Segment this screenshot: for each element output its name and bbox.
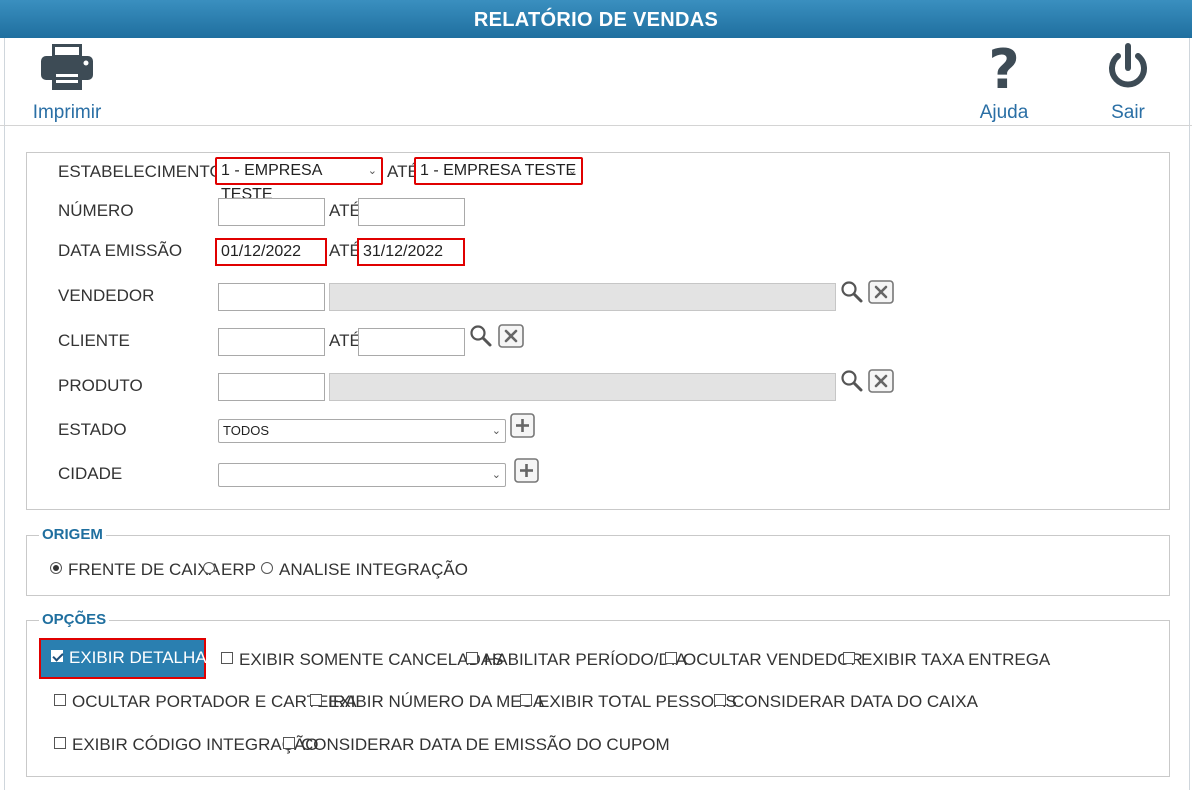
chevron-down-icon: ⌄ (491, 469, 501, 481)
origem-option-analise-integracao[interactable]: ANALISE INTEGRAÇÃO (261, 560, 468, 580)
produto-label: PRODUTO (58, 376, 143, 395)
cidade-label: CIDADE (58, 464, 123, 483)
radio-selected-icon (50, 562, 62, 574)
filters-panel (26, 152, 1170, 510)
option-label: EXIBIR SOMENTE CANCELADAS (239, 650, 504, 669)
question-icon: ? (988, 42, 1019, 96)
origem-legend: ORIGEM (39, 526, 106, 543)
chevron-down-icon: ⌄ (491, 425, 501, 437)
option-label: CONSIDERAR DATA DO CAIXA (732, 692, 978, 711)
option-label: EXIBIR DETALHADO (69, 648, 233, 667)
radio-icon (261, 562, 273, 574)
chevron-down-icon: ⌄ (567, 165, 577, 177)
origem-option-label: ANALISE INTEGRAÇÃO (279, 560, 468, 579)
option-label: EXIBIR TOTAL PESSOAS (538, 692, 737, 711)
option-label: EXIBIR CÓDIGO INTEGRAÇÃO (72, 735, 319, 754)
data-emissao-from-input[interactable]: 01/12/2022 (215, 238, 327, 266)
option-exibir-somente-canceladas[interactable]: EXIBIR SOMENTE CANCELADAS (221, 650, 504, 670)
data-emissao-label: DATA EMISSÃO (58, 241, 183, 260)
origem-option-label: ERP (221, 560, 256, 579)
vendedor-name-field (329, 283, 836, 311)
data-emissao-to-input[interactable]: 31/12/2022 (357, 238, 465, 266)
origem-option-label: FRENTE DE CAIXA (68, 560, 221, 579)
search-icon[interactable] (840, 369, 864, 393)
checkbox-icon (520, 694, 532, 706)
clear-icon[interactable] (498, 324, 524, 348)
power-icon (1109, 43, 1147, 88)
checkbox-icon (221, 652, 233, 664)
add-estado-button[interactable] (510, 413, 535, 438)
estado-label: ESTADO (58, 420, 127, 439)
option-habilitar-periodo-dia[interactable]: HABILITAR PERÍODO/DIA (466, 650, 687, 670)
cliente-to-input[interactable] (358, 328, 465, 356)
checkbox-icon (665, 652, 677, 664)
checkbox-icon (714, 694, 726, 706)
clear-icon[interactable] (868, 280, 894, 304)
option-considerar-data-de-emissao-do-cupom[interactable]: CONSIDERAR DATA DE EMISSÃO DO CUPOM (283, 735, 670, 755)
option-label: OCULTAR VENDEDOR (683, 650, 863, 669)
search-icon[interactable] (469, 324, 493, 348)
checkbox-icon (843, 652, 855, 664)
produto-code-input[interactable] (218, 373, 325, 401)
option-exibir-numero-da-mesa[interactable]: EXIBIR NÚMERO DA MESA (310, 692, 544, 712)
svg-text:?: ? (988, 42, 1019, 96)
estabelecimento-to-select[interactable]: 1 - EMPRESA TESTE ⌄ (414, 157, 583, 185)
option-label: EXIBIR TAXA ENTREGA (861, 650, 1051, 669)
checkbox-checked-icon (51, 650, 63, 662)
option-exibir-total-pessoas[interactable]: EXIBIR TOTAL PESSOAS (520, 692, 737, 712)
help-label: Ajuda (979, 102, 1029, 123)
toolbar: Imprimir ? Ajuda Sair (0, 38, 1192, 126)
vendedor-code-input[interactable] (218, 283, 325, 311)
exit-label: Sair (1111, 102, 1145, 123)
ate-label: ATÉ (329, 331, 361, 350)
radio-icon (203, 562, 215, 574)
opcoes-legend: OPÇÕES (39, 611, 110, 628)
checkbox-icon (54, 737, 66, 749)
produto-name-field (329, 373, 836, 401)
numero-from-input[interactable] (218, 198, 325, 226)
checkbox-icon (54, 694, 66, 706)
checkbox-icon (283, 737, 295, 749)
option-label: EXIBIR NÚMERO DA MESA (328, 692, 545, 711)
search-icon[interactable] (840, 280, 864, 304)
checkbox-icon (310, 694, 322, 706)
print-label: Imprimir (32, 102, 102, 123)
estado-value: TODOS (223, 423, 269, 438)
chevron-down-icon: ⌄ (367, 165, 377, 177)
estabelecimento-label: ESTABELECIMENTO (58, 162, 223, 181)
option-exibir-taxa-entrega[interactable]: EXIBIR TAXA ENTREGA (843, 650, 1050, 670)
estabelecimento-from-select[interactable]: 1 - EMPRESA TESTE ⌄ (215, 157, 383, 203)
cliente-from-input[interactable] (218, 328, 325, 356)
numero-label: NÚMERO (58, 201, 134, 220)
page-title: RELATÓRIO DE VENDAS (0, 0, 1192, 38)
option-considerar-data-do-caixa[interactable]: CONSIDERAR DATA DO CAIXA (714, 692, 978, 712)
clear-icon[interactable] (868, 369, 894, 393)
exit-button[interactable]: Sair (1098, 42, 1158, 124)
option-label: HABILITAR PERÍODO/DIA (484, 650, 687, 669)
help-button[interactable]: ? Ajuda (972, 42, 1036, 124)
estabelecimento-to-value: 1 - EMPRESA TESTE (420, 162, 577, 179)
cliente-label: CLIENTE (58, 331, 130, 350)
printer-icon (41, 44, 93, 90)
ate-label: ATÉ (329, 201, 361, 220)
numero-to-input[interactable] (358, 198, 465, 226)
checkbox-icon (466, 652, 478, 664)
origem-option-frente-de-caixa[interactable]: FRENTE DE CAIXA (50, 560, 220, 580)
print-button[interactable]: Imprimir (30, 42, 104, 124)
option-exibir-codigo-integracao[interactable]: EXIBIR CÓDIGO INTEGRAÇÃO (54, 735, 319, 755)
vendedor-label: VENDEDOR (58, 286, 155, 305)
option-exibir-detalhado[interactable]: EXIBIR DETALHADO (39, 638, 232, 679)
option-label: CONSIDERAR DATA DE EMISSÃO DO CUPOM (301, 735, 670, 754)
cidade-select[interactable]: ⌄ (218, 463, 506, 487)
option-ocultar-vendedor[interactable]: OCULTAR VENDEDOR (665, 650, 863, 670)
estado-select[interactable]: TODOS ⌄ (218, 419, 506, 443)
add-cidade-button[interactable] (514, 458, 539, 483)
origem-option-erp[interactable]: ERP (203, 560, 256, 580)
